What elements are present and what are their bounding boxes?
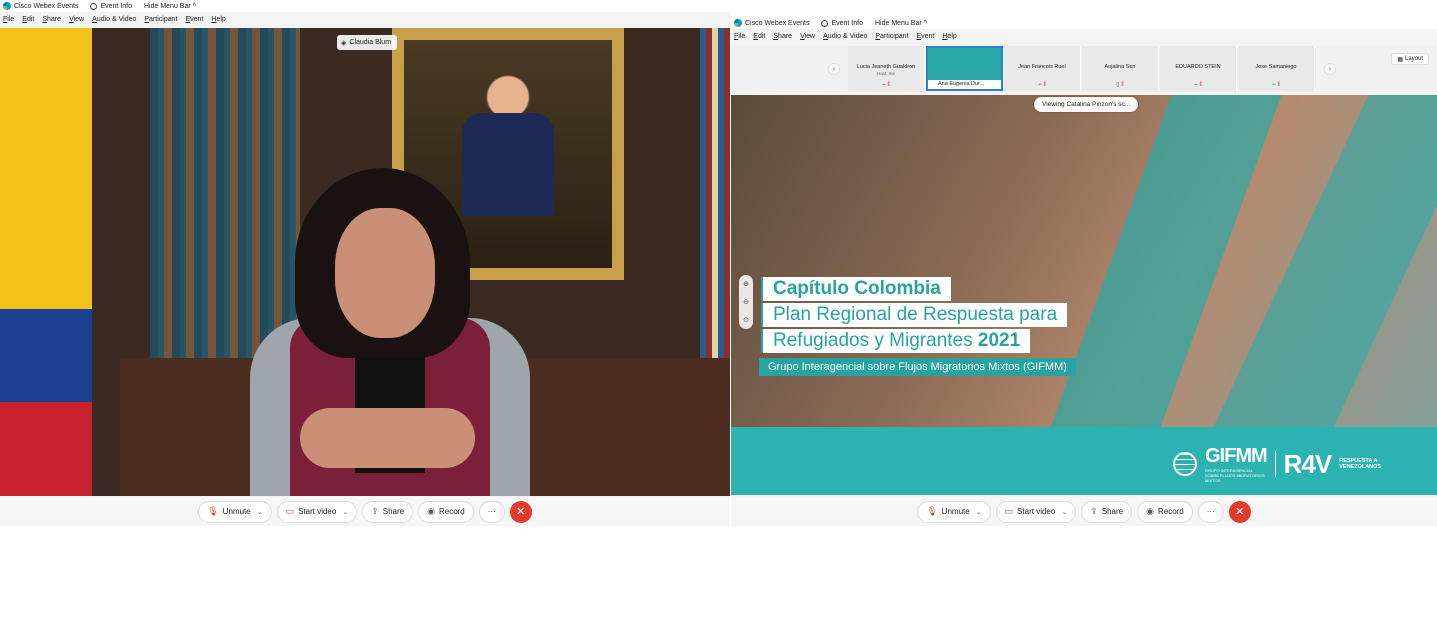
layout-icon: ▦ [1397,56,1403,63]
info-icon [821,19,829,27]
meeting-controls: 🎙 Unmute ⌄ ▭ Start video ⌄ ⇪ Share ◉ Record ··… [731,497,1437,526]
bookshelf-right [700,28,730,368]
app-title: Cisco Webex Events [14,2,79,10]
slide-title-line-3: Refugiados y Migrantes 2021 [761,329,1031,353]
title-bar: Cisco Webex Events Event Info Hide Menu … [0,0,730,12]
chevron-left-icon: ‹ [832,65,836,73]
close-icon: ✕ [1235,506,1245,518]
colombia-flag [0,28,92,496]
menu-audio-video[interactable]: Audio & Video [823,33,867,40]
event-info-button[interactable]: Event Info [821,19,863,27]
participant-tile[interactable]: Lucia Jeaneth Gualdron Host, me ⌁ ǁ [848,46,925,91]
menu-edit[interactable]: Edit [22,16,34,23]
zoom-fit-icon[interactable]: ⊙ [743,316,749,324]
mic-muted-icon: ⌁ ǁ [882,82,890,88]
mic-muted-icon: 🎙 [207,506,219,516]
close-icon: ✕ [516,506,526,518]
zoom-out-icon[interactable]: ⊖ [743,298,749,306]
participant-tile[interactable]: Anjalina Sen ▯ ǁ [1082,46,1159,91]
globe-logo-icon [1173,452,1197,476]
title-bar: Cisco Webex Events Event Info Hide Menu … [731,17,1437,29]
share-icon: ⇪ [1090,506,1098,516]
unmute-button[interactable]: 🎙 Unmute ⌄ [198,500,272,523]
right-webex-window: Cisco Webex Events Event Info Hide Menu … [731,17,1437,526]
menu-file[interactable]: File [3,16,14,23]
unmute-button[interactable]: 🎙 Unmute ⌄ [917,500,991,523]
menu-edit[interactable]: Edit [753,33,765,40]
partner-logos: GIFMM GRUPO INTERAGENCIAL SOBRE FLUJOS MI… [1173,445,1409,483]
menu-file[interactable]: File [734,33,745,40]
speaker-name-tag: ◈ Claudia Blum [337,35,398,50]
chevron-right-icon: › [1328,65,1332,73]
menu-event[interactable]: Event [185,16,203,23]
menu-bar: File Edit Share View Audio & Video Parti… [0,12,730,27]
more-options-button[interactable]: ··· [1197,500,1224,523]
record-button[interactable]: ◉ Record [1137,500,1193,523]
video-off-icon: ▭ [1004,506,1014,516]
hide-menu-bar-button[interactable]: Hide Menu Bar ^ [875,20,927,27]
presentation-slide: Capítulo Colombia Plan Regional de Respu… [731,95,1437,495]
participant-strip: ‹ Lucia Jeaneth Gualdron Host, me ⌁ ǁ An… [731,46,1437,92]
viewing-share-indicator[interactable]: Viewing Catalina Pinzon's sc... [1034,97,1139,112]
menu-view[interactable]: View [69,16,84,23]
app-title: Cisco Webex Events [745,19,810,27]
leave-meeting-button[interactable]: ✕ [509,500,532,523]
slide-title-line-2: Plan Regional de Respuesta para [761,303,1068,327]
share-icon: ⇪ [371,506,379,516]
mic-muted-icon: ⌁ ǁ [1194,82,1202,88]
slide-subtitle: Grupo Interagencial sobre Flujos Migrato… [759,358,1076,376]
menu-participant[interactable]: Participant [875,33,908,40]
share-button[interactable]: ⇪ Share [1081,500,1133,523]
share-button[interactable]: ⇪ Share [362,500,414,523]
scroll-right-button[interactable]: › [1324,63,1336,75]
left-webex-window: Cisco Webex Events Event Info Hide Menu … [0,0,730,526]
participant-tile[interactable]: EDUARDO STEIN ⌁ ǁ [1160,46,1237,91]
chevron-down-icon[interactable]: ⌄ [976,508,982,516]
info-icon [90,2,98,10]
video-off-icon: ▭ [285,506,295,516]
scroll-left-button[interactable]: ‹ [828,63,840,75]
record-button[interactable]: ◉ Record [418,500,474,523]
more-options-button[interactable]: ··· [478,500,505,523]
menu-bar: File Edit Share View Audio & Video Parti… [731,29,1437,44]
participant-tile-active[interactable]: Ana Eugenia Dur... [926,46,1003,91]
menu-participant[interactable]: Participant [144,16,177,23]
participant-tile[interactable]: Jean Francois Ruel ⌁ ǁ [1004,46,1081,91]
record-icon: ◉ [1146,506,1154,516]
menu-help[interactable]: Help [942,33,956,40]
layout-button[interactable]: ▦ Layout [1391,53,1429,65]
webex-logo-icon [734,19,742,27]
slide-title-line-1: Capítulo Colombia [761,277,951,301]
hide-menu-bar-button[interactable]: Hide Menu Bar ^ [144,3,196,10]
meeting-controls: 🎙 Unmute ⌄ ▭ Start video ⌄ ⇪ Share ◉ Record ··… [0,497,730,526]
zoom-in-icon[interactable]: ⊕ [743,280,749,288]
zoom-controls: ⊕ ⊖ ⊙ [739,275,753,329]
mic-muted-icon: ⌁ ǁ [1038,82,1046,88]
speaker-person [250,168,530,496]
mic-muted-icon: ▯ ǁ [1116,82,1124,88]
leave-meeting-button[interactable]: ✕ [1228,500,1251,523]
chevron-down-icon[interactable]: ⌄ [257,508,263,516]
menu-view[interactable]: View [800,33,815,40]
record-icon: ◉ [427,506,435,516]
participant-tile[interactable]: Jose Samaniego ⌁ ǁ [1238,46,1315,91]
start-video-button[interactable]: ▭ Start video ⌄ [995,500,1077,523]
menu-help[interactable]: Help [211,16,225,23]
menu-share[interactable]: Share [773,33,792,40]
speaker-video: ◈ Claudia Blum [0,28,730,496]
chevron-down-icon[interactable]: ⌄ [1061,508,1067,516]
menu-audio-video[interactable]: Audio & Video [92,16,136,23]
shared-screen: Capítulo Colombia Plan Regional de Respu… [731,95,1437,495]
chevron-down-icon[interactable]: ⌄ [342,508,348,516]
mic-muted-icon: ⌁ ǁ [1272,82,1280,88]
mic-muted-icon: 🎙 [926,506,938,516]
menu-share[interactable]: Share [42,16,61,23]
start-video-button[interactable]: ▭ Start video ⌄ [276,500,358,523]
webex-logo-icon [3,2,11,10]
active-speaker-icon: ◈ [341,39,347,47]
event-info-button[interactable]: Event Info [90,2,132,10]
menu-event[interactable]: Event [916,33,934,40]
